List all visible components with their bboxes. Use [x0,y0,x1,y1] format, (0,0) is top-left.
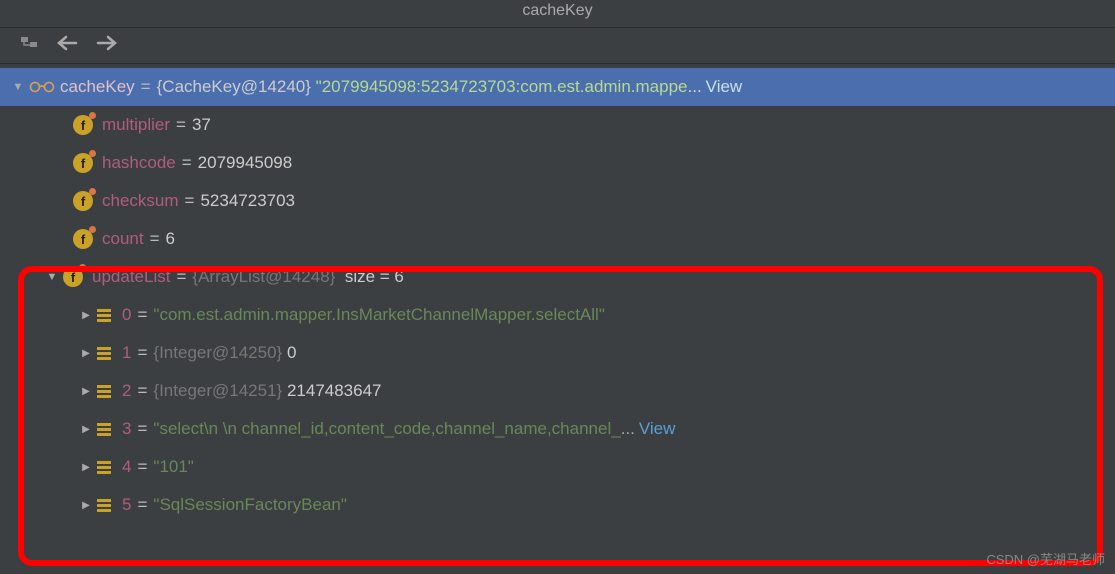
structure-icon[interactable] [20,34,38,57]
expand-arrow-icon[interactable] [76,462,96,473]
equals: = [176,115,186,135]
field-icon: f [72,152,94,174]
tree-row-field[interactable]: f multiplier = 37 [0,106,1115,144]
expand-arrow-icon[interactable] [76,424,96,435]
index: 1 [122,343,131,363]
tree-row-item[interactable]: 4 = "101" [0,448,1115,486]
tree-row-item[interactable]: 3 = "select\n \n channel_id,content_code… [0,410,1115,448]
object-ref: {Integer@14250} [153,343,282,363]
index: 4 [122,457,131,477]
expand-arrow-icon[interactable] [76,500,96,511]
var-name: hashcode [102,153,176,173]
tree-row-field[interactable]: f checksum = 5234723703 [0,182,1115,220]
tree-row-item[interactable]: 5 = "SqlSessionFactoryBean" [0,486,1115,524]
var-name: updateList [92,267,170,287]
tree-row-field[interactable]: f hashcode = 2079945098 [0,144,1115,182]
var-name: checksum [102,191,179,211]
forward-arrow-icon[interactable] [96,35,118,56]
equals: = [137,419,147,439]
equals: = [137,343,147,363]
equals: = [185,191,195,211]
tree-row-root[interactable]: cacheKey = {CacheKey@14240} "2079945098:… [0,68,1115,106]
equals: = [176,267,186,287]
size: size = 6 [345,267,404,287]
tree-row-item[interactable]: 1 = {Integer@14250} 0 [0,334,1115,372]
index: 0 [122,305,131,325]
string-value: "101" [153,457,193,477]
value: 37 [192,115,211,135]
index: 3 [122,419,131,439]
tree-row-item[interactable]: 0 = "com.est.admin.mapper.InsMarketChann… [0,296,1115,334]
ellipsis: ... [621,419,635,439]
string-value: "com.est.admin.mapper.InsMarketChannelMa… [153,305,604,325]
value: 6 [166,229,175,249]
string-value: "SqlSessionFactoryBean" [153,495,347,515]
field-icon: f [72,228,94,250]
view-link[interactable]: View [639,419,676,439]
array-element-icon [96,497,114,513]
array-element-icon [96,383,114,399]
field-icon: f [62,266,84,288]
object-ref: {Integer@14251} [153,381,282,401]
toolbar [0,28,1115,64]
equals: = [137,381,147,401]
tree-row-field[interactable]: f updateList = {ArrayList@14248} size = … [0,258,1115,296]
string-value: "select\n \n channel_id,content_code,cha… [153,419,620,439]
equals: = [150,229,160,249]
value: 2079945098 [198,153,293,173]
array-element-icon [96,459,114,475]
index: 2 [122,381,131,401]
panel-title: cacheKey [0,0,1115,28]
var-name: cacheKey [60,77,135,97]
object-ref: {ArrayList@14248} [192,267,335,287]
string-value: "2079945098:5234723703:com.est.admin.map… [316,77,688,97]
ellipsis: ... [688,77,702,97]
equals: = [137,305,147,325]
index: 5 [122,495,131,515]
equals: = [182,153,192,173]
equals: = [137,457,147,477]
value: 0 [287,343,296,363]
watermark: CSDN @芜湖马老师 [986,549,1105,568]
array-element-icon [96,421,114,437]
view-link[interactable]: View [706,77,743,97]
watch-icon [28,80,56,94]
expand-arrow-icon[interactable] [42,271,62,283]
expand-arrow-icon[interactable] [76,310,96,321]
tree-row-field[interactable]: f count = 6 [0,220,1115,258]
equals: = [141,77,151,97]
array-element-icon [96,307,114,323]
back-arrow-icon[interactable] [56,35,78,56]
variable-tree: cacheKey = {CacheKey@14240} "2079945098:… [0,64,1115,524]
expand-arrow-icon[interactable] [76,386,96,397]
field-icon: f [72,190,94,212]
field-icon: f [72,114,94,136]
object-ref: {CacheKey@14240} [157,77,311,97]
value: 2147483647 [287,381,382,401]
equals: = [137,495,147,515]
expand-arrow-icon[interactable] [76,348,96,359]
tree-row-item[interactable]: 2 = {Integer@14251} 2147483647 [0,372,1115,410]
value: 5234723703 [200,191,295,211]
expand-arrow-icon[interactable] [8,81,28,93]
var-name: multiplier [102,115,170,135]
var-name: count [102,229,144,249]
array-element-icon [96,345,114,361]
